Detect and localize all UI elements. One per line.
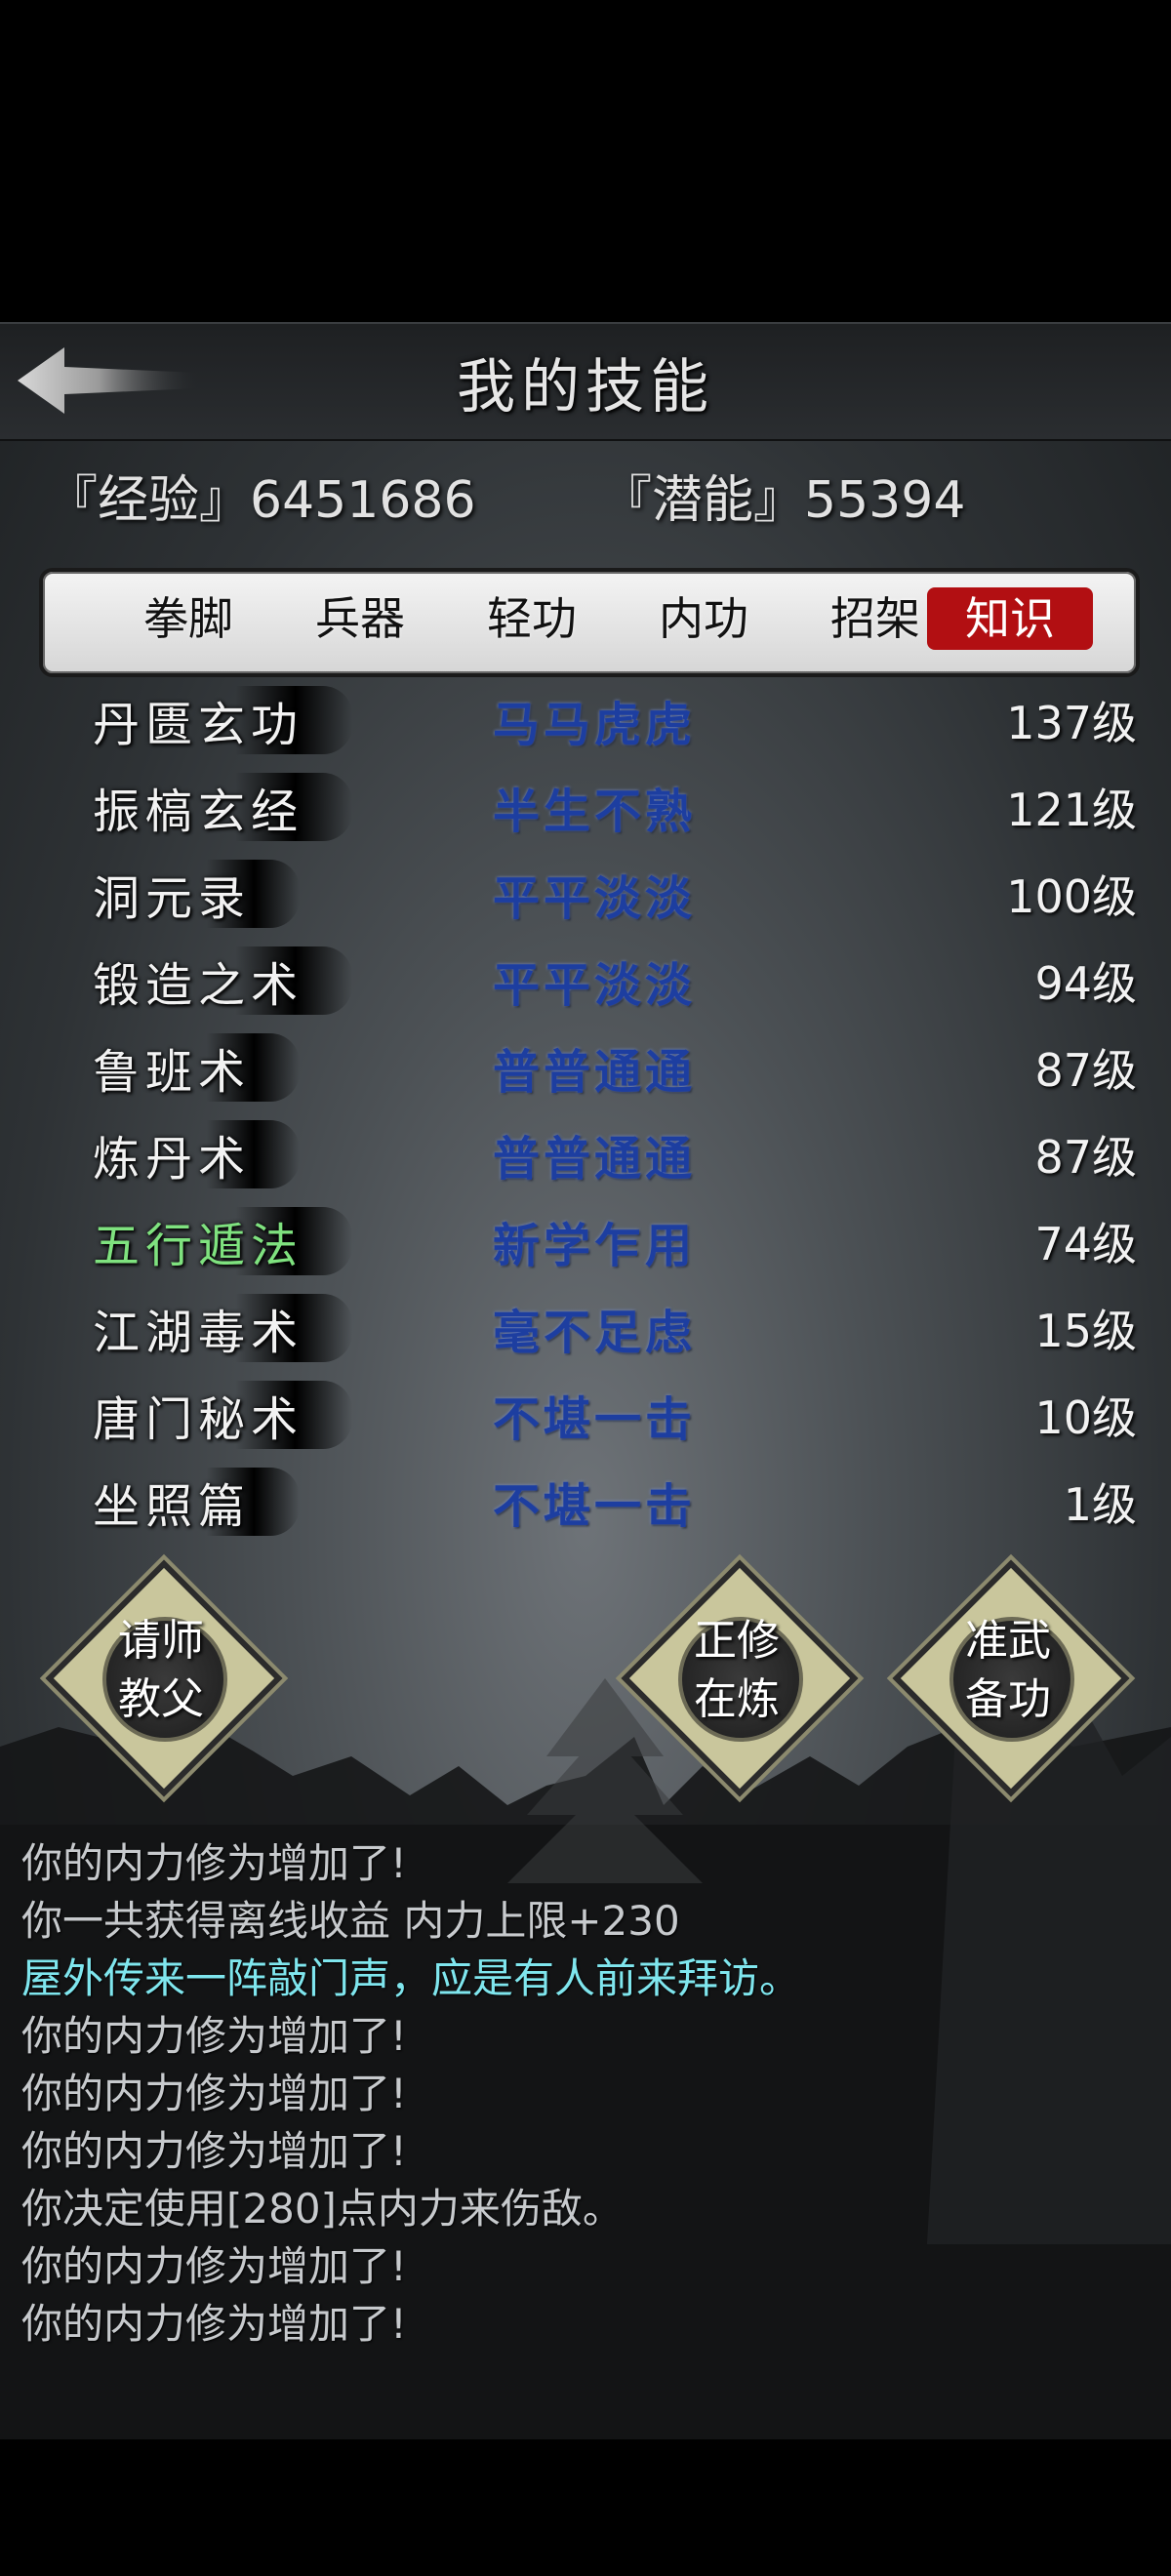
tab-weapons[interactable]: 兵器 — [277, 587, 443, 650]
skill-level: 94级 — [1034, 957, 1137, 1010]
ask-teacher-line2: 教父 — [118, 1674, 204, 1724]
log-line: 你一共获得离线收益 内力上限+230 — [21, 1897, 680, 1945]
tab-fist-kick[interactable]: 拳脚 — [105, 587, 271, 650]
skill-name: 振槁玄经 — [93, 773, 353, 841]
log-line: 你的内力修为增加了! — [21, 2127, 407, 2175]
skill-proficiency: 半生不熟 — [493, 785, 697, 839]
skill-proficiency: 平平淡淡 — [493, 958, 697, 1013]
log-line: 屋外传来一阵敲门声，应是有人前来拜访。 — [21, 1954, 801, 2002]
skill-name: 五行遁法 — [93, 1207, 353, 1275]
skill-name: 坐照篇 — [93, 1468, 301, 1536]
skill-name: 洞元录 — [93, 860, 301, 928]
skill-row[interactable]: 江湖毒术 毫不足虑 15级 — [34, 1286, 1137, 1373]
skill-level: 10级 — [1034, 1391, 1137, 1444]
skill-row[interactable]: 鲁班术 普普通通 87级 — [34, 1026, 1137, 1112]
log-line: 你的内力修为增加了! — [21, 2070, 407, 2117]
skill-level: 1级 — [1063, 1478, 1137, 1531]
experience-stat: 『经验』6451686 — [47, 471, 476, 530]
skill-level: 87级 — [1034, 1131, 1137, 1184]
log-line: 你的内力修为增加了! — [21, 2242, 407, 2290]
skill-level: 137级 — [1006, 697, 1137, 749]
prepare-skill-button[interactable]: 准武 备功 — [892, 1559, 1130, 1797]
log-line: 你的内力修为增加了! — [21, 2012, 407, 2060]
skill-name: 鲁班术 — [93, 1033, 301, 1102]
skill-row[interactable]: 坐照篇 不堪一击 1级 — [34, 1460, 1137, 1547]
potential-stat: 『潜能』55394 — [601, 471, 966, 530]
skill-row[interactable]: 洞元录 平平淡淡 100级 — [34, 852, 1137, 939]
skill-name: 炼丹术 — [93, 1120, 301, 1188]
skill-name: 锻造之术 — [93, 946, 353, 1015]
prepare-line2: 备功 — [965, 1674, 1051, 1724]
prepare-line1: 准武 — [965, 1616, 1051, 1666]
skill-row[interactable]: 丹匮玄功 马马虎虎 137级 — [34, 678, 1137, 765]
skill-level: 87级 — [1034, 1044, 1137, 1097]
skill-proficiency: 不堪一击 — [493, 1479, 697, 1534]
practice-line2: 在炼 — [694, 1674, 780, 1724]
skill-level: 100级 — [1006, 870, 1137, 923]
skill-proficiency: 新学乍用 — [493, 1219, 697, 1273]
skill-category-tabs: 拳脚 兵器 轻功 内功 招架 知识 — [39, 568, 1140, 677]
skill-row[interactable]: 振槁玄经 半生不熟 121级 — [34, 765, 1137, 852]
skill-list: 丹匮玄功 马马虎虎 137级 振槁玄经 半生不熟 121级 洞元录 平平淡淡 1… — [34, 678, 1137, 1536]
skill-level: 121级 — [1006, 784, 1137, 836]
skill-row[interactable]: 锻造之术 平平淡淡 94级 — [34, 939, 1137, 1026]
skill-row[interactable]: 炼丹术 普普通通 87级 — [34, 1112, 1137, 1199]
skill-level: 15级 — [1034, 1305, 1137, 1357]
practice-button[interactable]: 正修 在炼 — [621, 1559, 859, 1797]
skill-row[interactable]: 五行遁法 新学乍用 74级 — [34, 1199, 1137, 1286]
skill-row[interactable]: 唐门秘术 不堪一击 10级 — [34, 1373, 1137, 1460]
ask-teacher-line1: 请师 — [118, 1616, 204, 1666]
skill-proficiency: 马马虎虎 — [493, 698, 697, 752]
skill-name: 江湖毒术 — [93, 1294, 353, 1362]
page-title: 我的技能 — [457, 353, 714, 422]
skill-proficiency: 平平淡淡 — [493, 871, 697, 926]
tab-lightness[interactable]: 轻功 — [449, 587, 615, 650]
skill-proficiency: 毫不足虑 — [493, 1306, 697, 1360]
skill-proficiency: 不堪一击 — [493, 1392, 697, 1447]
skill-name: 丹匮玄功 — [93, 686, 353, 754]
tab-inner-power[interactable]: 内功 — [621, 587, 787, 650]
skill-proficiency: 普普通通 — [493, 1045, 697, 1100]
tab-knowledge[interactable]: 知识 — [927, 587, 1093, 650]
log-line: 你的内力修为增加了! — [21, 2300, 407, 2348]
message-log: 你的内力修为增加了! 你一共获得离线收益 内力上限+230 屋外传来一阵敲门声，… — [21, 1834, 1153, 2353]
log-line: 你的内力修为增加了! — [21, 1839, 407, 1887]
ask-teacher-button[interactable]: 请师 教父 — [45, 1559, 283, 1797]
practice-line1: 正修 — [694, 1616, 780, 1666]
skill-proficiency: 普普通通 — [493, 1132, 697, 1187]
skill-name: 唐门秘术 — [93, 1381, 353, 1449]
skill-level: 74级 — [1034, 1218, 1137, 1270]
log-line: 你决定使用[280]点内力来伤敌。 — [21, 2185, 624, 2233]
